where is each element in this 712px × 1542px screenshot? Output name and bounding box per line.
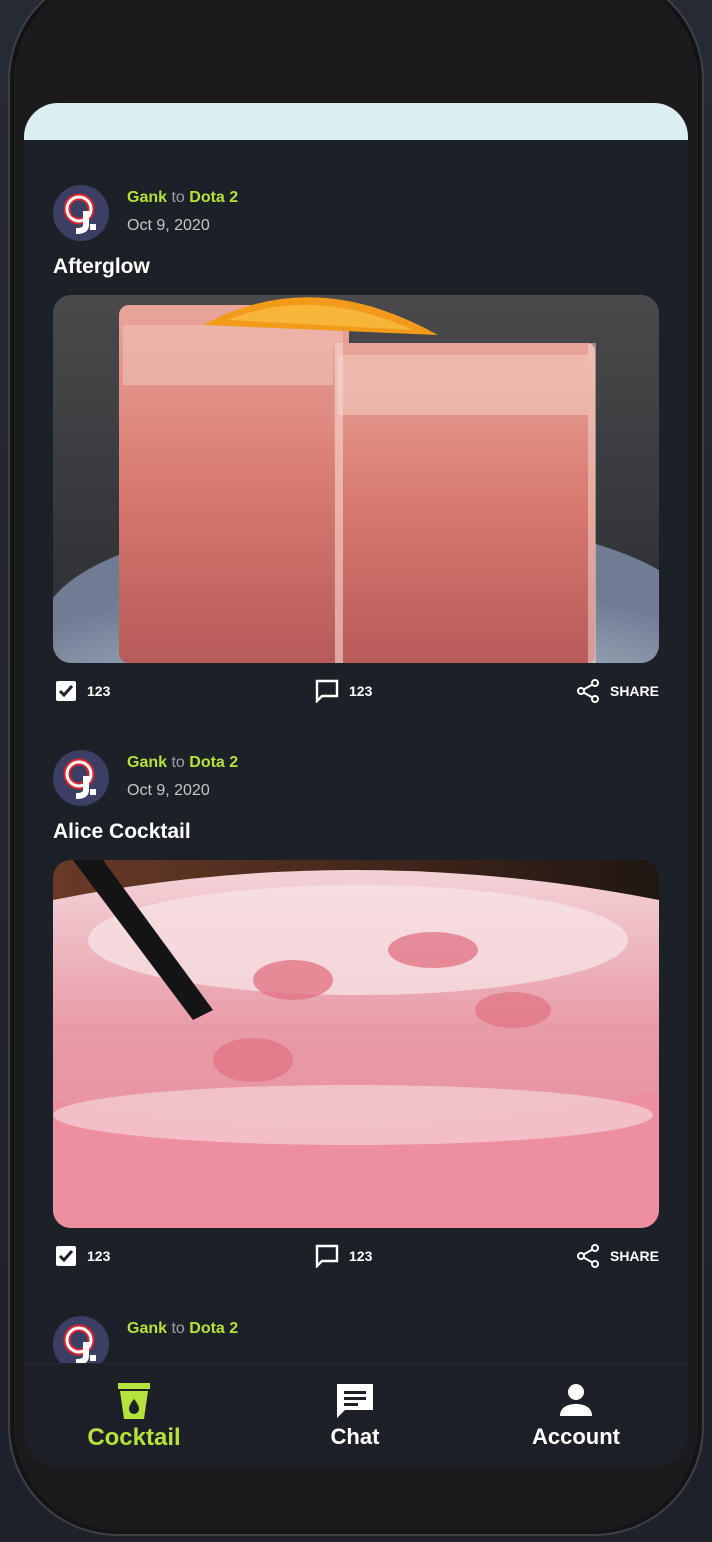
- connector-text: to: [171, 754, 185, 771]
- app-screen: Gank to Dota 2 Oct 9, 2020 Afterglow 123…: [24, 103, 688, 1466]
- share-label: SHARE: [609, 683, 659, 699]
- comment-button[interactable]: 123: [315, 677, 372, 705]
- share-icon: [576, 679, 599, 703]
- like-button[interactable]: 123: [55, 677, 110, 705]
- post-title[interactable]: Afterglow: [53, 255, 150, 279]
- nav-label-cocktail: Cocktail: [87, 1424, 181, 1451]
- author-link[interactable]: Gank: [127, 189, 167, 206]
- nav-item-account[interactable]: Account: [496, 1382, 656, 1450]
- post-image[interactable]: [53, 295, 659, 663]
- cocktail-glass-icon: [118, 1383, 150, 1419]
- comment-count: 123: [349, 1248, 373, 1264]
- author-link[interactable]: Gank: [127, 1320, 167, 1337]
- post-title[interactable]: Alice Cocktail: [53, 820, 191, 844]
- post-feed[interactable]: Gank to Dota 2 Oct 9, 2020 Afterglow 123…: [24, 140, 688, 1363]
- author-link[interactable]: Gank: [127, 754, 167, 771]
- avatar[interactable]: [53, 185, 109, 241]
- like-count: 123: [87, 683, 111, 699]
- share-icon: [576, 1244, 599, 1268]
- checkbox-icon: [56, 681, 76, 701]
- group-logo-icon: [63, 758, 96, 799]
- comment-icon: [315, 679, 339, 703]
- nav-label-chat: Chat: [330, 1424, 380, 1449]
- person-icon: [560, 1384, 592, 1416]
- nav-label-account: Account: [532, 1424, 620, 1449]
- group-link[interactable]: Dota 2: [189, 754, 238, 771]
- group-link[interactable]: Dota 2: [189, 189, 238, 206]
- post-date: Oct 9, 2020: [127, 217, 210, 234]
- share-button[interactable]: SHARE: [576, 677, 659, 705]
- comment-count: 123: [349, 683, 373, 699]
- post-date: Oct 9, 2020: [127, 782, 210, 799]
- share-button[interactable]: SHARE: [576, 1242, 659, 1270]
- post-card: Gank to Dota 2 Oct 9, 2020 Afterglow 123…: [53, 185, 659, 715]
- chat-bubble-icon: [337, 1384, 373, 1418]
- avatar[interactable]: [53, 1316, 109, 1363]
- top-banner: [24, 103, 688, 140]
- nav-item-chat[interactable]: Chat: [275, 1382, 435, 1450]
- group-logo-icon: [63, 1324, 96, 1363]
- like-button[interactable]: 123: [55, 1242, 110, 1270]
- group-link[interactable]: Dota 2: [189, 1320, 238, 1337]
- post-meta: Gank to Dota 2: [127, 189, 238, 209]
- avatar[interactable]: [53, 750, 109, 806]
- bottom-navigation: Cocktail Chat Account: [24, 1363, 688, 1466]
- comment-button[interactable]: 123: [315, 1242, 372, 1270]
- post-actions: 123 123 SHARE: [53, 1242, 659, 1270]
- post-actions: 123 123 SHARE: [53, 677, 659, 705]
- post-meta: Gank to Dota 2: [127, 1320, 238, 1340]
- share-label: SHARE: [609, 1248, 659, 1264]
- checkbox-icon: [56, 1246, 76, 1266]
- post-card: Gank to Dota 2: [53, 1316, 659, 1363]
- connector-text: to: [171, 189, 185, 206]
- post-meta: Gank to Dota 2: [127, 754, 238, 774]
- nav-item-cocktail[interactable]: Cocktail: [54, 1382, 214, 1452]
- post-image[interactable]: [53, 860, 659, 1228]
- post-card: Gank to Dota 2 Oct 9, 2020 Alice Cocktai…: [53, 750, 659, 1280]
- like-count: 123: [87, 1248, 111, 1264]
- connector-text: to: [171, 1320, 185, 1337]
- group-logo-icon: [63, 193, 96, 234]
- comment-icon: [315, 1244, 339, 1268]
